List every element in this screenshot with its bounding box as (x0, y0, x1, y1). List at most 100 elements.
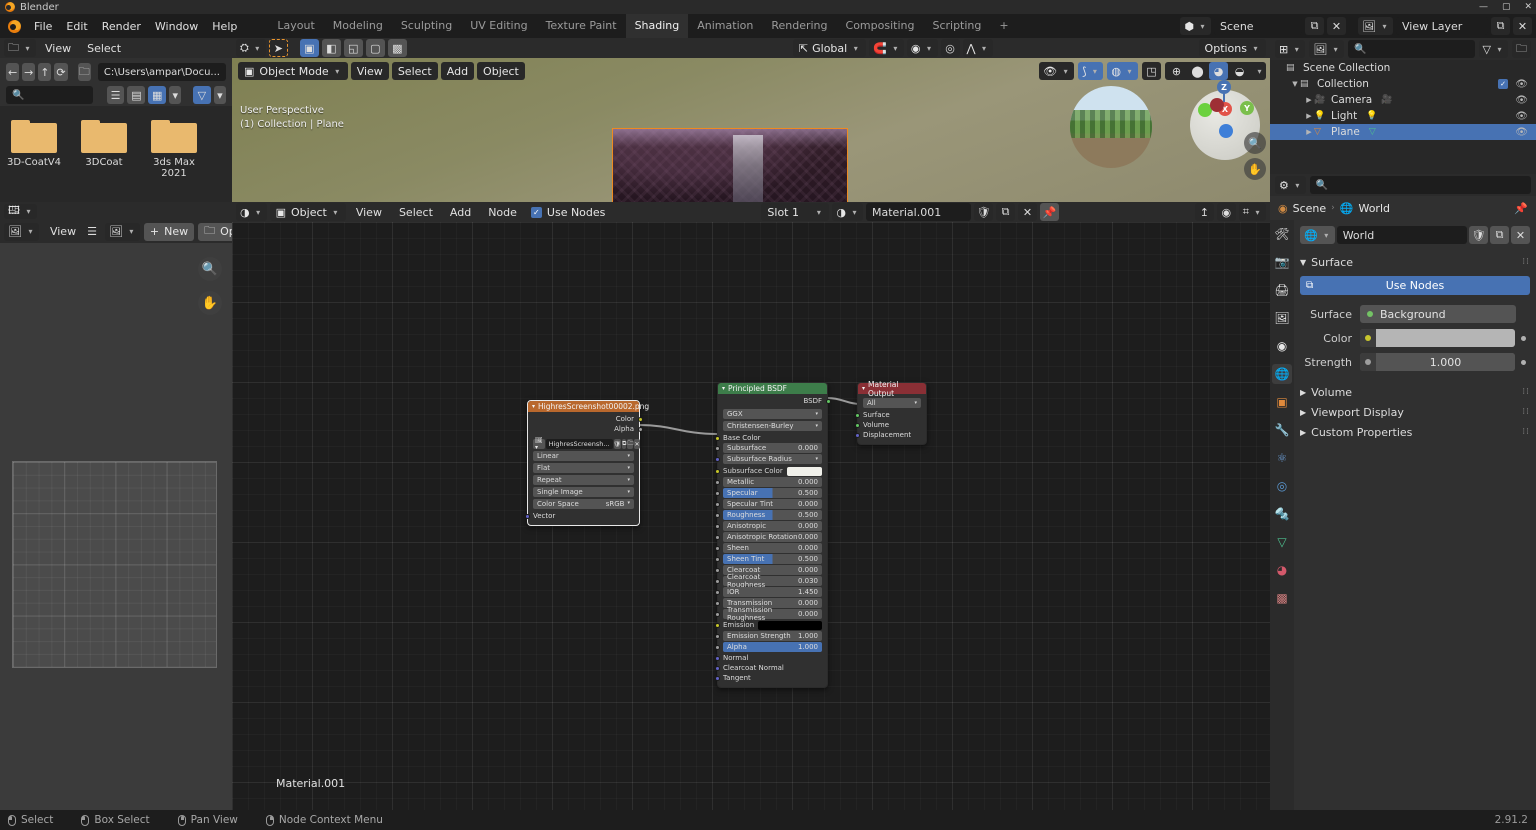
node-header[interactable]: ▾ Principled BSDF (718, 383, 827, 394)
outliner-filter-icon[interactable]: ▽ ▾ (1478, 40, 1508, 58)
animate-color-icon[interactable] (1521, 335, 1526, 341)
colorspace-dropdown[interactable]: Color Space sRGB ▾ (533, 499, 634, 509)
new-collection-icon[interactable]: 🗀 (1512, 40, 1531, 58)
expand-triangle-icon[interactable]: ▼ (1290, 80, 1300, 88)
file-item-1[interactable]: 3DCoat (76, 120, 132, 168)
tab-output-icon[interactable]: 🖨 (1272, 280, 1292, 300)
menu-window[interactable]: Window (148, 17, 205, 35)
xray-toggle-icon[interactable]: ◳ (1142, 62, 1161, 80)
outliner-row-camera[interactable]: ▶ 🎥 Camera 🎥 👁 (1270, 92, 1536, 108)
socket-volume[interactable] (854, 422, 860, 428)
node-input-vector[interactable]: Vector (524, 511, 639, 521)
display-list-icon[interactable]: ☰ (106, 86, 125, 104)
node-input-volume[interactable]: Volume (854, 420, 926, 430)
pin-material-icon[interactable]: 📌 (1040, 203, 1060, 221)
expand-triangle-icon[interactable]: ▶ (1304, 96, 1314, 104)
axis-y-positive[interactable]: Y (1240, 101, 1254, 115)
shading-rendered-icon[interactable]: ◒ (1230, 62, 1249, 80)
file-search-input[interactable]: 🔍 (6, 86, 94, 104)
socket-subsurface[interactable] (714, 446, 720, 451)
duplicate-world-icon[interactable]: ⧉ (1490, 226, 1509, 244)
display-options-chevron-icon[interactable]: ▾ (169, 86, 182, 104)
color-swatch[interactable] (758, 620, 822, 630)
new-viewlayer-icon[interactable]: ⧉ (1491, 17, 1510, 35)
outliner-row-light[interactable]: ▶ 💡 Light 💡 👁 (1270, 108, 1536, 124)
tab-object-icon[interactable]: ▣ (1272, 392, 1292, 412)
socket-specular-tint[interactable] (714, 502, 720, 507)
browse-world-icon[interactable]: 🌐 ▾ (1300, 226, 1335, 244)
node-principled-bsdf[interactable]: ▾ Principled BSDF BSDF GGX ▾ Christensen-… (714, 382, 831, 688)
world-name-field[interactable]: World (1336, 226, 1467, 244)
unlink-image-icon[interactable]: ✕ (634, 439, 640, 449)
viewport-zoom-gizmo-icon[interactable]: 🔍 (1244, 132, 1266, 154)
image-editor-type-icon[interactable]: 🖼 ▾ (4, 222, 39, 241)
section-viewport-display[interactable]: ▶ Viewport Display ⁞⁞ (1300, 402, 1530, 422)
bsdf-input-anisotropic-rotation[interactable]: Anisotropic Rotation 0.000 (714, 532, 827, 542)
node-header[interactable]: ▾ Material Output (858, 380, 926, 398)
node-snapping-icon[interactable]: ⌗ ▾ (1238, 203, 1266, 221)
prop-strength-value[interactable]: 1.000 (1360, 353, 1515, 371)
distribution-dropdown[interactable]: GGX ▾ (723, 409, 822, 419)
checkbox-enabled-icon[interactable]: ✓ (1498, 79, 1508, 89)
viewport-editor-type-icon[interactable]: ⛭ ▾ (236, 39, 266, 57)
fake-user-icon[interactable]: 🛡 (613, 439, 622, 449)
socket-subsurface-radius[interactable] (714, 457, 720, 462)
socket-color[interactable] (637, 416, 643, 422)
file-menu-view[interactable]: View (38, 39, 78, 57)
transform-orientation-dropdown[interactable]: ⇱ Global ▾ (792, 39, 867, 57)
socket-transmission[interactable] (714, 601, 720, 606)
select-circle-icon[interactable]: ◧ (321, 39, 341, 57)
workspace-tab-shading[interactable]: Shading (625, 14, 689, 38)
bsdf-input-clearcoat-normal[interactable]: Clearcoat Normal (714, 663, 827, 673)
grip-dots-icon[interactable]: ⁞⁞ (1522, 387, 1530, 397)
subsurface-method-dropdown[interactable]: Christensen-Burley ▾ (723, 421, 822, 431)
bsdf-input-emission-strength[interactable]: Emission Strength 1.000 (714, 631, 827, 641)
node-output-color[interactable]: Color (528, 414, 643, 424)
unlink-world-icon[interactable]: ✕ (1511, 226, 1530, 244)
file-menu-select[interactable]: Select (80, 39, 128, 57)
duplicate-image-icon[interactable]: ⧉ (622, 439, 627, 449)
socket-alpha[interactable] (637, 426, 643, 432)
source-dropdown[interactable]: Single Image ▾ (533, 487, 634, 497)
workspace-tab-scripting[interactable]: Scripting (923, 14, 990, 38)
shader-menu-node[interactable]: Node (481, 203, 524, 221)
viewport-menu-add[interactable]: Add (440, 62, 475, 80)
workspace-tab-animation[interactable]: Animation (688, 14, 762, 38)
axis-z-negative[interactable] (1219, 124, 1233, 138)
section-volume[interactable]: ▶ Volume ⁞⁞ (1300, 382, 1530, 402)
grip-dots-icon[interactable]: ⁞⁞ (1522, 427, 1530, 437)
remove-viewlayer-icon[interactable]: ✕ (1513, 17, 1532, 35)
node-material-output[interactable]: ▾ Material Output All ▾ Surface Volume Di… (854, 380, 927, 445)
outliner-row-scene-collection[interactable]: ▤ Scene Collection (1270, 60, 1536, 76)
tweak-tool-icon[interactable]: ➤ (268, 39, 288, 57)
fake-user-shield-icon[interactable]: 🛡 (974, 203, 994, 221)
prop-surface-value[interactable]: Background (1360, 305, 1516, 323)
menu-file[interactable]: File (27, 17, 59, 35)
node-image-texture[interactable]: ▾ HighresScreenshot00002.png Color Alpha… (524, 400, 649, 526)
properties-search-input[interactable]: 🔍 (1309, 176, 1531, 194)
bsdf-input-tangent[interactable]: Tangent (714, 673, 827, 683)
overlays-icon[interactable]: ◍ ▾ (1107, 62, 1138, 80)
image-editor-canvas[interactable]: 🔍 ✋ (0, 243, 232, 810)
properties-editor-type-icon[interactable]: ⚙ ▾ (1275, 176, 1306, 194)
shader-node-canvas[interactable]: ▾ HighresScreenshot00002.png Color Alpha… (232, 222, 1270, 810)
tab-modifier-icon[interactable]: 🔧 (1272, 420, 1292, 440)
select-extend-icon[interactable]: ▢ (365, 39, 385, 57)
output-target-dropdown[interactable]: All ▾ (863, 398, 921, 408)
bsdf-input-transmission-roughness[interactable]: Transmission Roughness 0.000 (714, 606, 827, 622)
outliner-data-icon[interactable]: 🎥 (1381, 95, 1392, 105)
tab-data-icon[interactable]: ▽ (1272, 532, 1292, 552)
falloff-curve-icon[interactable]: ⋀ ▾ (962, 39, 993, 57)
bsdf-input-alpha[interactable]: Alpha 1.000 (714, 642, 827, 652)
socket-sheen[interactable] (714, 546, 720, 551)
socket-metallic[interactable] (714, 480, 720, 485)
breadcrumb-scene[interactable]: Scene (1293, 202, 1327, 215)
bsdf-input-subsurface-color[interactable]: Subsurface Color (714, 466, 827, 476)
socket-clearcoat-roughness[interactable] (714, 579, 720, 584)
collapse-triangle-icon[interactable]: ▾ (532, 403, 535, 410)
workspace-tab-modeling[interactable]: Modeling (324, 14, 392, 38)
visibility-icon[interactable]: 👁 ▾ (1039, 62, 1075, 80)
zoom-gizmo-icon[interactable]: 🔍 (198, 257, 222, 281)
tab-constraints-icon[interactable]: 🔩 (1272, 504, 1292, 524)
display-thumbnail-icon[interactable]: ▦ (148, 86, 167, 104)
